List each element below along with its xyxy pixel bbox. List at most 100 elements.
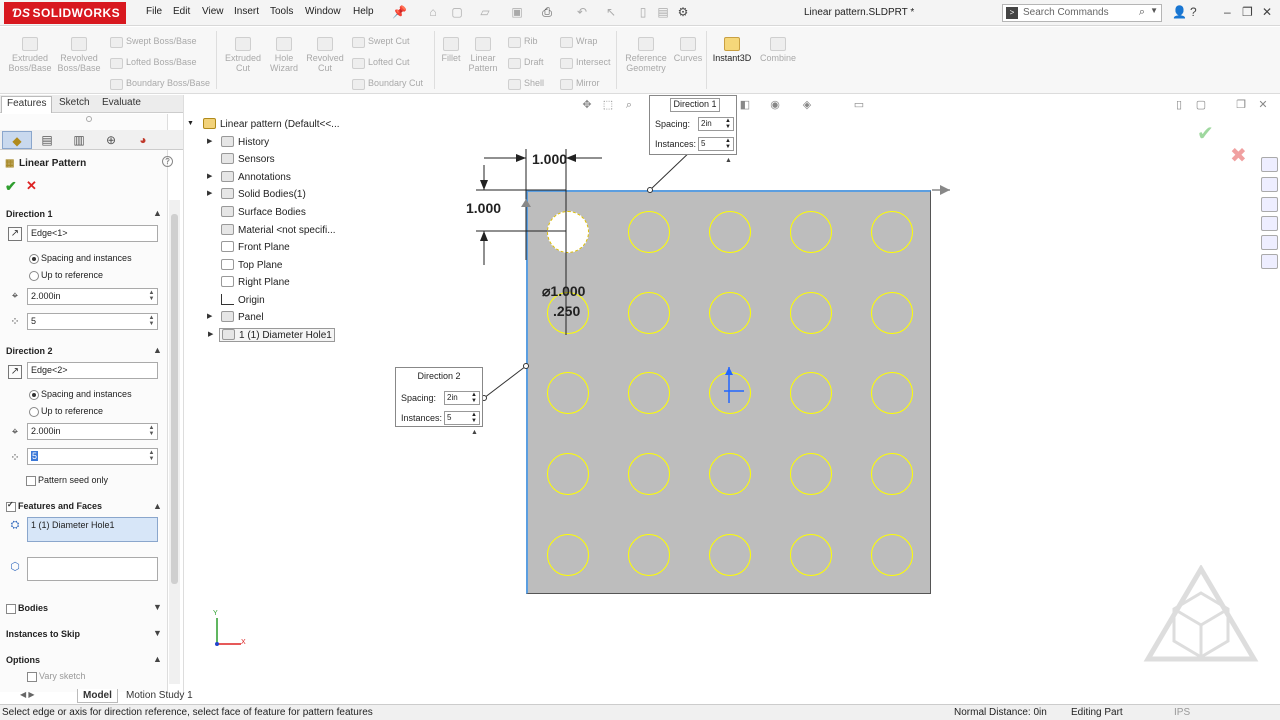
tab-features[interactable]: Features [1, 96, 53, 113]
extruded-boss-button[interactable]: Extruded Boss/Base [8, 37, 52, 73]
tree-item-front-plane[interactable]: Front Plane [221, 241, 290, 253]
callout-collapse-icon[interactable]: ▲ [725, 157, 732, 164]
property-manager-tab-icon[interactable]: ▤ [32, 131, 62, 149]
menu-edit[interactable]: Edit [173, 6, 190, 17]
select-icon[interactable]: ↖ [604, 5, 618, 19]
unit-system[interactable]: IPS [1174, 707, 1190, 718]
chevron-up-icon[interactable]: ▲ [153, 345, 162, 355]
spinner-icon[interactable]: ▲ ▼ [147, 290, 156, 303]
rib-button[interactable]: Rib [506, 36, 538, 48]
tab-model[interactable]: Model [77, 689, 118, 703]
tab-evaluate[interactable]: Evaluate [97, 97, 146, 108]
revolved-cut-button[interactable]: Revolved Cut [304, 37, 346, 73]
tree-item-sensors[interactable]: Sensors [221, 153, 275, 165]
minimize-icon[interactable]: – [1224, 5, 1231, 19]
dimxpert-tab-icon[interactable]: ⊕ [96, 131, 126, 149]
tree-item-surface-bodies[interactable]: Surface Bodies [221, 206, 306, 218]
direction1-reference-radio[interactable]: Up to reference [29, 270, 103, 281]
custom-properties-icon[interactable] [1261, 254, 1278, 269]
scrollbar-thumb[interactable] [171, 214, 178, 584]
chevron-down-icon[interactable]: ▼ [153, 602, 162, 612]
expand-icon[interactable]: ▶ [207, 189, 212, 197]
menu-help[interactable]: Help [353, 6, 374, 17]
callout-collapse-icon[interactable]: ▲ [471, 429, 478, 436]
chevron-up-icon[interactable]: ▲ [153, 501, 162, 511]
reverse-direction-icon[interactable]: ↗ [8, 227, 22, 241]
rebuild-icon[interactable]: ▯ [636, 5, 650, 19]
viewport-restore-icon[interactable]: ❐ [1234, 99, 1248, 112]
menu-view[interactable]: View [202, 6, 224, 17]
search-icon[interactable]: ⌕ [1139, 6, 1145, 19]
direction1-callout-spacing[interactable]: 2in ▲ ▼ [698, 117, 734, 131]
restore-icon[interactable]: ❐ [1242, 5, 1253, 19]
wrap-button[interactable]: Wrap [558, 36, 597, 48]
confirm-cancel-icon[interactable]: ✖ [1230, 143, 1247, 168]
spinner-icon[interactable]: ▲ ▼ [725, 138, 731, 150]
expand-icon[interactable]: ▶ [207, 312, 212, 320]
direction2-callout-instances[interactable]: 5 ▲ ▼ [444, 411, 480, 425]
swept-boss-button[interactable]: Swept Boss/Base [108, 36, 197, 48]
tree-item-top-plane[interactable]: Top Plane [221, 259, 282, 271]
menu-tools[interactable]: Tools [270, 6, 293, 17]
split-view-icon[interactable]: ▯ [1172, 99, 1186, 112]
print-icon[interactable]: ⎙ [540, 5, 554, 19]
home-icon[interactable]: ⌂ [426, 5, 440, 19]
options-gear-icon[interactable]: ⚙ [676, 5, 690, 19]
tree-item-history[interactable]: ▶ History [207, 136, 269, 148]
help-icon[interactable]: ? [162, 156, 173, 167]
dimension-diameter[interactable]: ⌀1.000 [542, 283, 585, 300]
expand-icon[interactable]: ▶ [207, 172, 212, 180]
close-icon[interactable]: ✕ [1262, 5, 1272, 19]
intersect-button[interactable]: Intersect [558, 57, 611, 69]
instant3d-button[interactable]: Instant3D [710, 37, 754, 63]
viewport-minimize-icon[interactable]: ▢ [1194, 99, 1208, 112]
tab-scroll-icons[interactable]: ◀ ▶ [20, 690, 35, 699]
help-icon[interactable]: ? [1190, 5, 1197, 19]
direction2-spacing-field[interactable]: 2.000in ▲ ▼ [27, 423, 158, 440]
panel-splitter[interactable] [183, 95, 184, 695]
linear-pattern-button[interactable]: Linear Pattern [466, 37, 500, 73]
tree-item-annotations[interactable]: ▶ Annotations [207, 171, 291, 183]
boundary-cut-button[interactable]: Boundary Cut [350, 78, 423, 90]
feature-manager-tab-icon[interactable]: ◆ [2, 131, 32, 149]
shell-button[interactable]: Shell [506, 78, 544, 90]
solidworks-logo[interactable]: ƊS SOLIDWORKS [4, 2, 126, 24]
revolved-boss-button[interactable]: Revolved Boss/Base [57, 37, 101, 73]
curves-button[interactable]: Curves [672, 37, 704, 63]
instances-to-skip-title[interactable]: Instances to Skip [6, 629, 80, 639]
file-properties-icon[interactable]: ▤ [656, 5, 670, 19]
features-to-pattern-list[interactable]: 1 (1) Diameter Hole1 [27, 517, 158, 542]
tree-item-diameter-hole[interactable]: ▶ 1 (1) Diameter Hole1 [208, 328, 335, 342]
spinner-icon[interactable]: ▲ ▼ [471, 412, 477, 424]
chevron-up-icon[interactable]: ▲ [153, 654, 162, 664]
search-commands-input[interactable]: > Search Commands ⌕ ▼ [1002, 4, 1162, 22]
dimension-horizontal[interactable]: 1.000 [532, 151, 567, 167]
chevron-up-icon[interactable]: ▲ [153, 208, 162, 218]
spinner-icon[interactable]: ▲ ▼ [147, 425, 156, 438]
vary-sketch-checkbox[interactable]: Vary sketch [27, 671, 85, 682]
lofted-cut-button[interactable]: Lofted Cut [350, 57, 410, 69]
chevron-down-icon[interactable]: ▼ [1150, 6, 1158, 15]
fillet-button[interactable]: Fillet [438, 37, 464, 63]
reverse-direction-icon[interactable]: ↗ [8, 365, 22, 379]
bodies-checkbox[interactable]: Bodies [6, 603, 48, 614]
resources-home-icon[interactable] [1261, 157, 1278, 172]
direction2-callout-spacing[interactable]: 2in ▲ ▼ [444, 391, 480, 405]
direction1-callout[interactable]: Direction 1 Spacing: 2in ▲ ▼ Instances: 5 ▲… [649, 95, 737, 155]
configuration-manager-tab-icon[interactable]: ▥ [64, 131, 94, 149]
spinner-icon[interactable]: ▲ ▼ [725, 118, 731, 130]
viewport-close-icon[interactable]: ✕ [1256, 99, 1270, 112]
open-folder-icon[interactable]: ▱ [478, 5, 492, 19]
direction1-instances-field[interactable]: 5 ▲ ▼ [27, 313, 158, 330]
direction2-edge-field[interactable]: Edge<2> [27, 362, 158, 379]
combine-button[interactable]: Combine [756, 37, 800, 63]
spinner-icon[interactable]: ▲ ▼ [147, 315, 156, 328]
tree-collapse-icon[interactable]: ▼ [187, 120, 194, 127]
extruded-cut-button[interactable]: Extruded Cut [222, 37, 264, 73]
direction1-spacing-field[interactable]: 2.000in ▲ ▼ [27, 288, 158, 305]
design-library-icon[interactable] [1261, 177, 1278, 192]
user-icon[interactable]: 👤 [1172, 5, 1187, 19]
chevron-down-icon[interactable]: ▼ [153, 628, 162, 638]
direction2-reference-radio[interactable]: Up to reference [29, 406, 103, 417]
tree-item-right-plane[interactable]: Right Plane [221, 276, 290, 288]
